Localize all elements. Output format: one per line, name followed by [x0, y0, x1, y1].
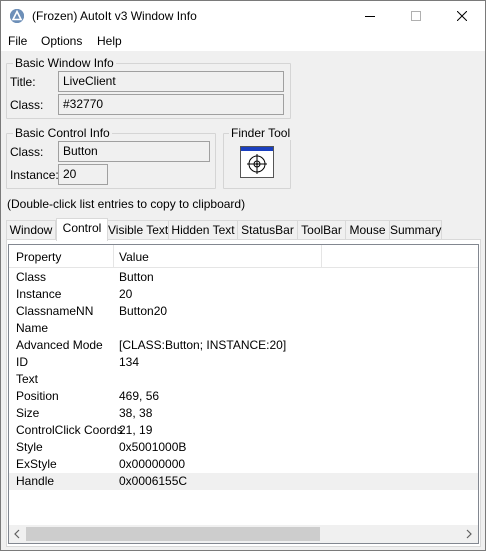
tab-control[interactable]: Control: [56, 218, 108, 241]
value-cell: Button20: [119, 304, 168, 318]
basic-window-info-label: Basic Window Info: [13, 56, 116, 70]
value-cell: Button: [119, 270, 154, 284]
property-cell: Name: [16, 321, 49, 335]
control-instance-label: Instance:: [10, 168, 59, 182]
table-row[interactable]: ID 134: [9, 354, 478, 371]
window-title-field[interactable]: LiveClient: [58, 71, 284, 92]
property-cell: Instance: [16, 287, 62, 301]
property-cell: ControlClick Coords: [16, 423, 123, 437]
table-row[interactable]: Text: [9, 371, 478, 388]
property-cell: Style: [16, 440, 43, 454]
window-title: (Frozen) AutoIt v3 Window Info: [32, 9, 197, 23]
column-header-property[interactable]: Property: [16, 250, 61, 264]
tab-statusbar[interactable]: StatusBar: [237, 220, 298, 240]
scroll-left-button[interactable]: [9, 525, 26, 543]
window-title-label: Title:: [10, 75, 36, 89]
finder-tool-button[interactable]: [240, 146, 274, 178]
finder-tool-label: Finder Tool: [229, 126, 293, 140]
table-row[interactable]: Position 469, 56: [9, 388, 478, 405]
value-cell: 0x5001000B: [119, 440, 187, 454]
app-window: (Frozen) AutoIt v3 Window Info File Opti…: [0, 0, 486, 551]
tab-mouse[interactable]: Mouse: [345, 220, 390, 240]
window-class-label: Class:: [10, 98, 44, 112]
menu-help[interactable]: Help: [97, 34, 122, 48]
tab-summary[interactable]: Summary: [389, 220, 442, 240]
property-cell: Text: [16, 372, 39, 386]
table-row-selected[interactable]: Handle 0x0006155C: [9, 473, 478, 490]
tab-label: ToolBar: [301, 223, 342, 237]
menu-options[interactable]: Options: [41, 34, 82, 48]
tab-label: StatusBar: [241, 223, 294, 237]
table-row[interactable]: Size 38, 38: [9, 405, 478, 422]
value-cell: 21, 19: [119, 423, 153, 437]
value-cell: 134: [119, 355, 140, 369]
property-list[interactable]: Property Value Class Button Instance 20 …: [8, 244, 479, 544]
table-row[interactable]: ClassnameNN Button20: [9, 303, 478, 320]
property-cell: Handle: [16, 474, 55, 488]
value-cell: 0x0006155C: [119, 474, 188, 488]
tab-label: Hidden Text: [171, 223, 235, 237]
tab-toolbar[interactable]: ToolBar: [297, 220, 346, 240]
table-row[interactable]: Advanced Mode [CLASS:Button; INSTANCE:20…: [9, 337, 478, 354]
title-bar[interactable]: (Frozen) AutoIt v3 Window Info: [1, 1, 485, 31]
property-cell: ID: [16, 355, 28, 369]
table-row[interactable]: Class Button: [9, 269, 478, 286]
value-cell: 0x00000000: [119, 457, 186, 471]
value-cell: 38, 38: [119, 406, 153, 420]
tab-label: Window: [9, 223, 53, 237]
list-header: Property Value: [9, 245, 478, 268]
minimize-button[interactable]: [347, 1, 393, 31]
column-divider[interactable]: [113, 245, 114, 267]
value-cell: 469, 56: [119, 389, 160, 403]
scroll-right-button[interactable]: [461, 525, 478, 543]
tab-label: Control: [62, 221, 102, 235]
basic-control-info-label: Basic Control Info: [13, 126, 112, 140]
autoit-logo-icon: [10, 9, 24, 23]
menu-bar: File Options Help: [1, 31, 485, 51]
property-cell: Class: [16, 270, 47, 284]
control-class-field[interactable]: Button: [58, 141, 210, 162]
property-cell: Advanced Mode: [16, 338, 103, 352]
tab-visible-text[interactable]: Visible Text: [107, 220, 169, 240]
tab-hidden-text[interactable]: Hidden Text: [168, 220, 238, 240]
table-row[interactable]: ControlClick Coords 21, 19: [9, 422, 478, 439]
horizontal-scrollbar[interactable]: [9, 525, 478, 543]
property-cell: Position: [16, 389, 59, 403]
property-cell: Size: [16, 406, 40, 420]
value-cell: [CLASS:Button; INSTANCE:20]: [119, 338, 287, 352]
close-button[interactable]: [439, 1, 485, 31]
tab-window[interactable]: Window: [6, 220, 56, 240]
property-cell: ExStyle: [16, 457, 57, 471]
property-cell: ClassnameNN: [16, 304, 94, 318]
table-row[interactable]: Instance 20: [9, 286, 478, 303]
maximize-button[interactable]: [393, 1, 439, 31]
window-class-field[interactable]: #32770: [58, 94, 284, 115]
table-row[interactable]: ExStyle 0x00000000: [9, 456, 478, 473]
tab-label: Summary: [390, 223, 442, 237]
table-row[interactable]: Name: [9, 320, 478, 337]
tab-label: Visible Text: [108, 223, 169, 237]
control-class-label: Class:: [10, 145, 44, 159]
copy-hint-text: (Double-click list entries to copy to cl…: [7, 197, 246, 211]
column-header-value[interactable]: Value: [119, 250, 149, 264]
menu-file[interactable]: File: [8, 34, 27, 48]
column-divider[interactable]: [321, 245, 322, 267]
control-instance-field[interactable]: 20: [58, 164, 108, 185]
table-row[interactable]: Style 0x5001000B: [9, 439, 478, 456]
tab-label: Mouse: [349, 223, 386, 237]
value-cell: 20: [119, 287, 133, 301]
scrollbar-thumb[interactable]: [26, 527, 320, 541]
